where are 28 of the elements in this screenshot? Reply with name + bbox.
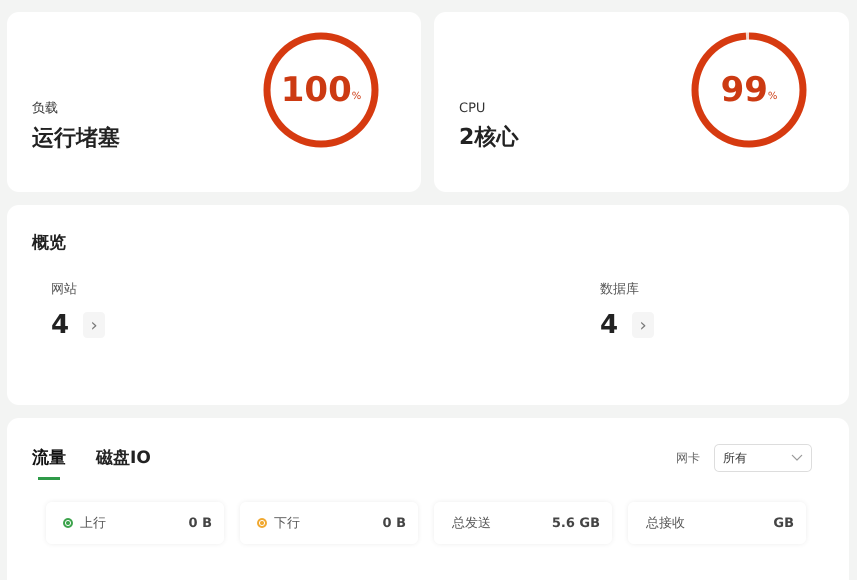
nic-label: 网卡 [676, 450, 700, 466]
section-title: 概览 [32, 232, 67, 254]
stat-label: 负载 [32, 100, 59, 117]
stat-value: 运行堵塞 [32, 125, 120, 153]
stat-label: 上行 [80, 515, 107, 532]
stat-value: 0 B [188, 516, 212, 530]
stat-label: CPU [459, 100, 486, 116]
stat-label: 总发送 [452, 515, 492, 532]
gauge-unit: % [768, 90, 778, 102]
gauge-value: 100 [280, 70, 352, 110]
stat-value: 0 B [382, 516, 406, 530]
stat-label: 总接收 [646, 515, 686, 532]
chevron-button[interactable]: › [83, 312, 106, 338]
tab[interactable]: 磁盘IO [96, 444, 151, 480]
stat-value: 2核心 [459, 124, 518, 152]
overview-count[interactable]: 4 [51, 310, 70, 340]
overview-count[interactable]: 4 [600, 310, 618, 340]
gauge-unit: % [352, 90, 362, 102]
tab[interactable]: 流量 [32, 444, 66, 480]
stat-value: 5.6 GB [552, 516, 600, 530]
chevron-down-icon [791, 454, 803, 462]
overview-label: 数据库 [600, 281, 640, 298]
chevron-button[interactable]: › [632, 312, 654, 338]
nic-dropdown[interactable]: 所有 [714, 444, 812, 472]
stat-label: 下行 [274, 515, 301, 532]
gauge-value: 99 [720, 70, 768, 110]
overview-label: 网站 [51, 281, 78, 298]
stat-value: GB [773, 516, 794, 530]
